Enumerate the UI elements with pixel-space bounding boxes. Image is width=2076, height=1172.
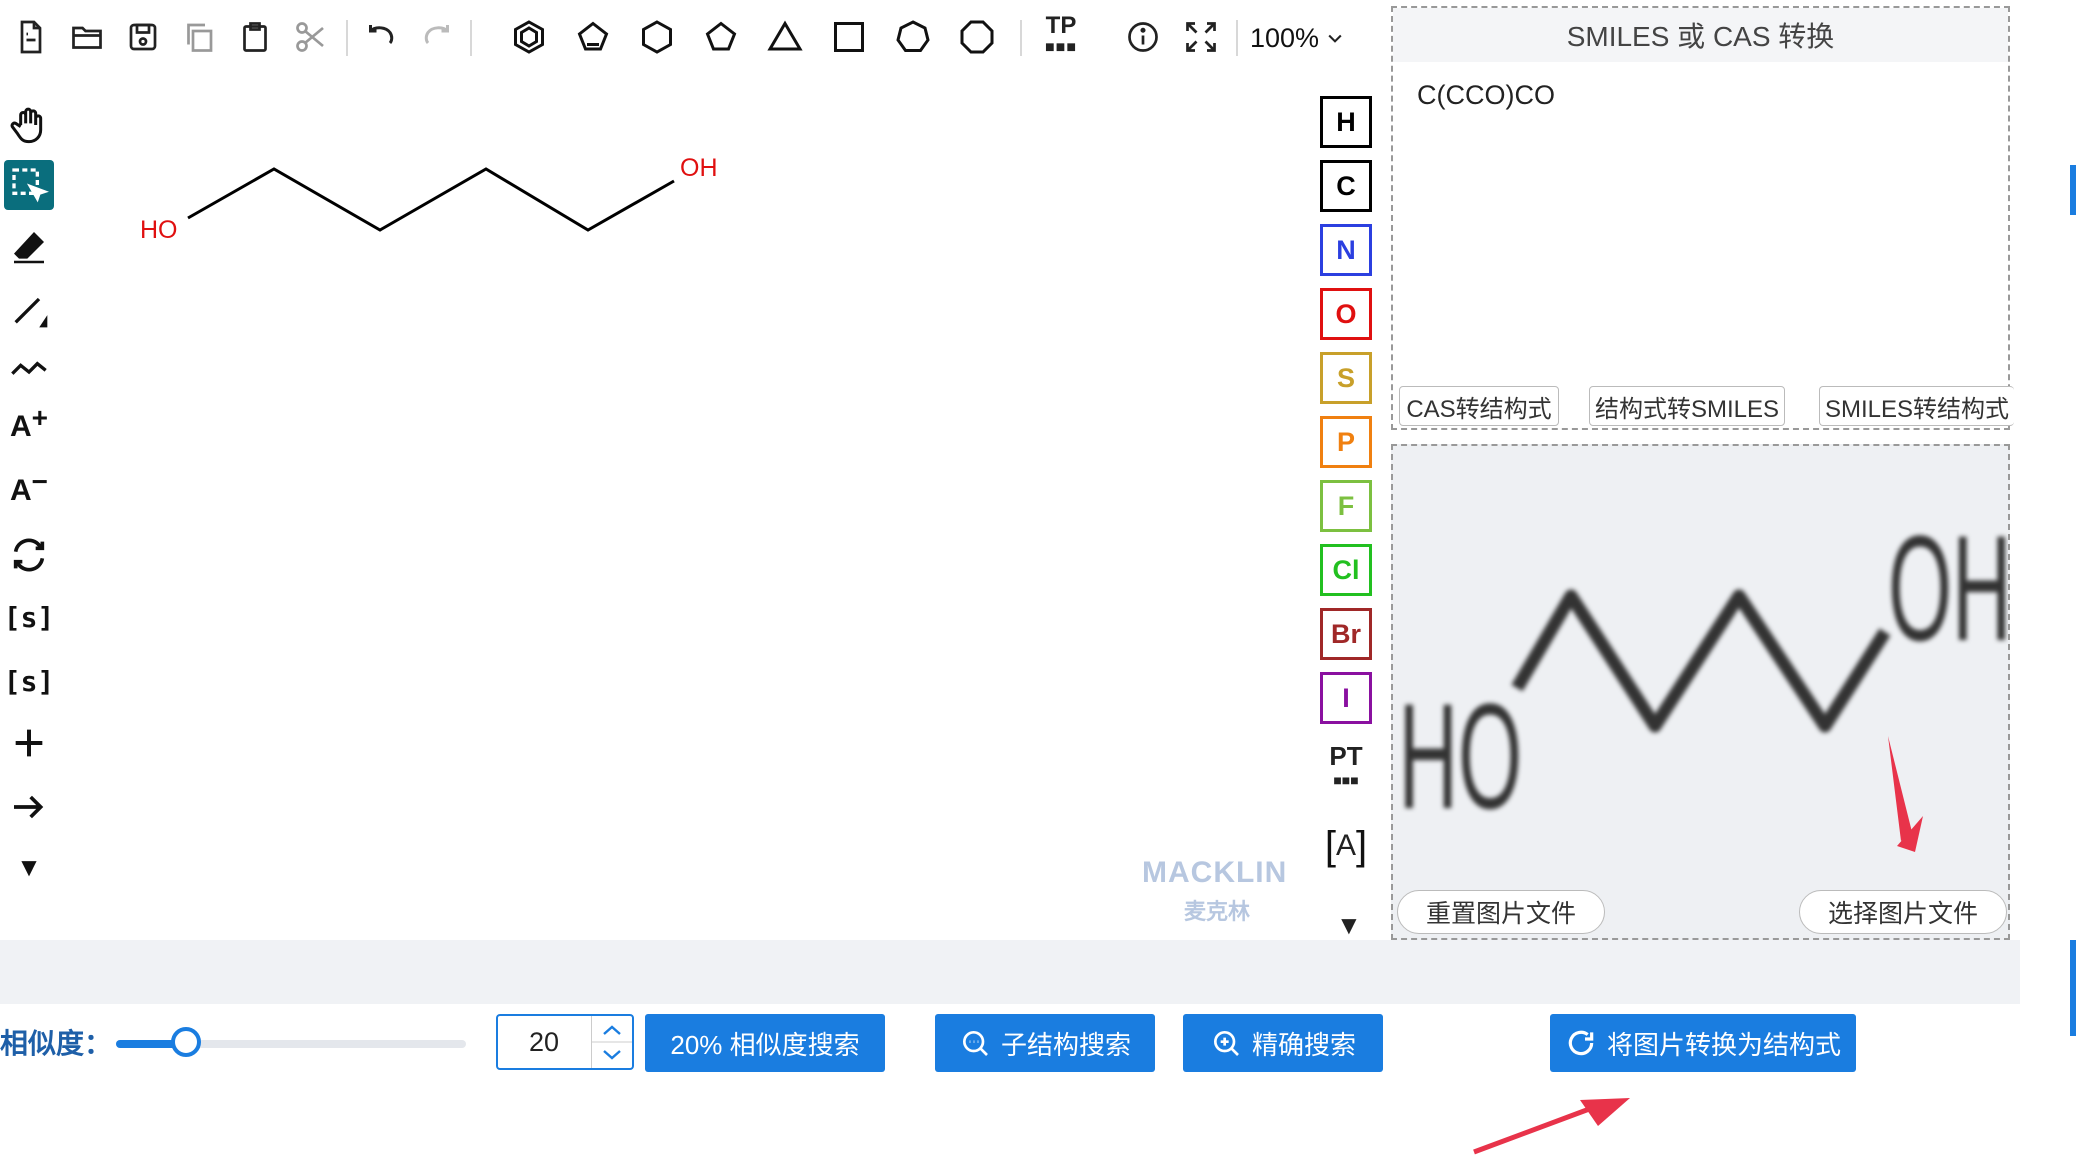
edge-accent — [2070, 165, 2076, 215]
select-image-button[interactable]: 选择图片文件 — [1799, 890, 2007, 934]
search-chat-icon — [962, 1031, 988, 1056]
element-button-i[interactable]: I — [1320, 672, 1372, 724]
cyclopentane-icon[interactable] — [698, 14, 744, 60]
image-label-ho: HO — [1399, 672, 1523, 841]
more-tools-toggle[interactable]: ▼ — [4, 842, 54, 892]
chevron-down-icon — [1328, 34, 1342, 43]
cycloheptane-icon[interactable] — [890, 14, 936, 60]
cyclooctane-icon[interactable] — [954, 14, 1000, 60]
element-button-h[interactable]: H — [1320, 96, 1372, 148]
rect-select-tool[interactable] — [4, 160, 54, 210]
refresh-icon — [1568, 1030, 1594, 1056]
cyclohexane-icon[interactable] — [634, 14, 680, 60]
plus-tool[interactable] — [4, 718, 54, 768]
similarity-slider-handle[interactable] — [171, 1027, 201, 1057]
cut-icon[interactable] — [288, 14, 334, 60]
fullscreen-icon[interactable] — [1178, 14, 1224, 60]
element-button-br[interactable]: Br — [1320, 608, 1372, 660]
plus-icon — [15, 729, 43, 757]
smiles-cas-panel: SMILES 或 CAS 转换 C(CCO)CO CAS转结构式 结构式转SMI… — [1391, 6, 2014, 430]
annotation-arrow-up — [1473, 1098, 1630, 1155]
hand-pan-tool[interactable] — [4, 100, 54, 150]
cyclopentadiene-icon[interactable] — [570, 14, 616, 60]
macklin-watermark-cn: 麦克林 — [1184, 899, 1251, 924]
chevron-down-icon[interactable] — [603, 1050, 621, 1060]
zoom-select[interactable]: 100% — [1250, 18, 1345, 58]
charge-minus-tool[interactable]: A − — [4, 466, 54, 516]
uploaded-structure-image: HO OH — [1399, 504, 2008, 852]
atom-label-button[interactable]: [A] — [1320, 820, 1372, 872]
hydroxyl-label-right: OH — [680, 154, 718, 182]
more-elements-toggle[interactable]: ▼ — [1336, 910, 1362, 941]
edge-accent — [2070, 940, 2076, 1036]
open-folder-icon[interactable] — [64, 14, 110, 60]
top-toolbar: TP ■■■ 100% — [0, 0, 1390, 74]
element-button-cl[interactable]: Cl — [1320, 544, 1372, 596]
charge-plus-tool[interactable]: A + — [4, 402, 54, 452]
smiles-panel-title: SMILES 或 CAS 转换 — [1393, 8, 2008, 62]
rotate-icon — [13, 538, 45, 572]
macklin-watermark: MACKLIN — [1142, 856, 1288, 889]
new-file-icon[interactable] — [8, 14, 54, 60]
triangle-down-icon: ▼ — [1336, 910, 1362, 940]
undo-icon[interactable] — [358, 14, 404, 60]
substructure-search-button[interactable]: 子结构搜索 — [935, 1014, 1155, 1072]
eraser-tool[interactable] — [4, 222, 54, 272]
smiles-input[interactable]: C(CCO)CO — [1417, 80, 1555, 111]
reset-image-button[interactable]: 重置图片文件 — [1397, 890, 1605, 934]
single-bond-tool[interactable] — [4, 284, 54, 334]
benzene-ring-icon[interactable] — [506, 14, 552, 60]
paste-icon[interactable] — [232, 14, 278, 60]
annotation-arrow-down — [1888, 736, 1913, 841]
reaction-arrow-tool[interactable] — [4, 782, 54, 832]
image-recognition-panel: HO OH 重置图片文件 选择图片文件 — [1391, 444, 2010, 940]
rotate-tool[interactable] — [4, 530, 54, 580]
search-zoom-icon — [1213, 1031, 1239, 1056]
image-label-oh: OH — [1888, 504, 2008, 673]
exact-search-button[interactable]: 精确搜索 — [1183, 1014, 1383, 1072]
element-button-n[interactable]: N — [1320, 224, 1372, 276]
save-icon[interactable] — [120, 14, 166, 60]
element-button-p[interactable]: P — [1320, 416, 1372, 468]
zoom-value: 100% — [1250, 22, 1320, 53]
element-button-s[interactable]: S — [1320, 352, 1372, 404]
cas-to-structure-button[interactable]: CAS转结构式 — [1399, 386, 1559, 426]
redo-icon[interactable] — [414, 14, 460, 60]
molecule-drawing: HO OH — [140, 154, 718, 244]
periodic-table-button[interactable]: PT ■■■ — [1320, 743, 1372, 800]
chevron-up-icon[interactable] — [603, 1025, 621, 1035]
info-icon[interactable] — [1120, 14, 1166, 60]
cyclopropane-icon[interactable] — [762, 14, 808, 60]
chain-tool[interactable] — [4, 342, 54, 392]
smiles-to-structure-button[interactable]: SMILES转结构式 — [1819, 386, 2014, 426]
similarity-stepper[interactable]: 20 — [496, 1014, 634, 1070]
drawing-canvas[interactable]: HO OH MACKLIN 麦克林 — [62, 74, 1324, 940]
hand-icon — [10, 107, 43, 144]
element-button-f[interactable]: F — [1320, 480, 1372, 532]
left-toolbar: A + A − [s] [s] ▼ — [0, 74, 62, 940]
hydroxyl-label-left: HO — [140, 216, 178, 244]
structure-to-smiles-button[interactable]: 结构式转SMILES — [1589, 386, 1785, 426]
triangle-down-icon: ▼ — [16, 851, 42, 882]
sgroup-add-tool[interactable]: [s] — [4, 656, 55, 706]
sgroup-tool[interactable]: [s] — [4, 592, 55, 642]
canvas-footer-strip — [0, 940, 2020, 1004]
template-library-icon[interactable]: TP ■■■ — [1038, 14, 1084, 60]
cyclobutane-icon[interactable] — [826, 14, 872, 60]
arrow-right-icon — [14, 795, 44, 819]
element-button-o[interactable]: O — [1320, 288, 1372, 340]
chain-icon — [11, 361, 47, 375]
selection-icon — [12, 168, 49, 203]
copy-icon[interactable] — [176, 14, 222, 60]
similarity-value[interactable]: 20 — [498, 1016, 590, 1068]
element-button-c[interactable]: C — [1320, 160, 1372, 212]
bond-icon — [14, 297, 48, 328]
similarity-search-button[interactable]: 20% 相似度搜索 — [645, 1014, 885, 1072]
carbon-chain-bonds — [187, 167, 675, 232]
convert-image-button[interactable]: 将图片转换为结构式 — [1550, 1014, 1856, 1072]
element-palette: H C N O S P F Cl Br I PT ■■■ [A] ▼ — [1300, 74, 1390, 940]
similarity-label: 相似度： — [0, 1028, 113, 1059]
eraser-icon — [14, 232, 44, 264]
